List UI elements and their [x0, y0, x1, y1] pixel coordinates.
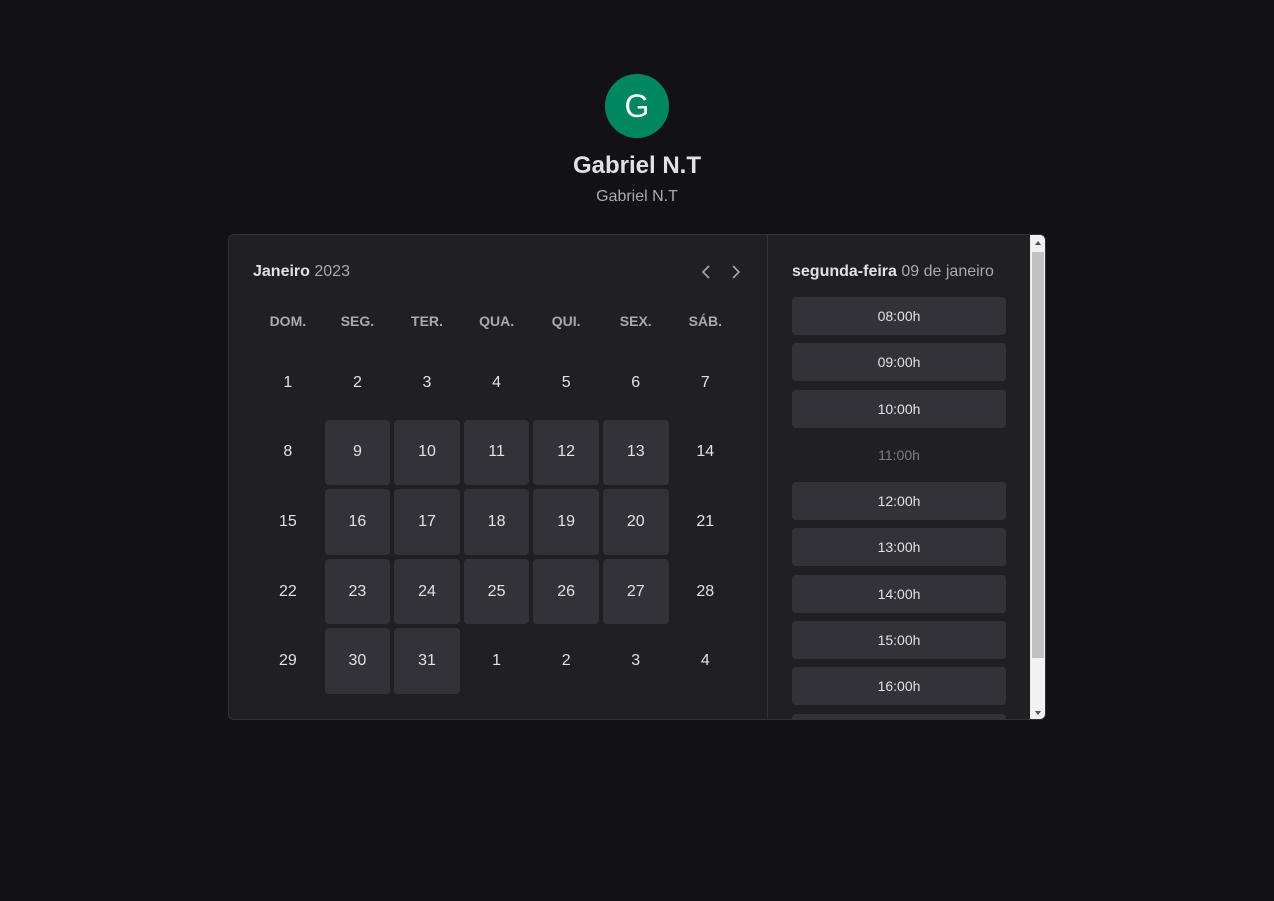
calendar-day: 3	[631, 652, 641, 670]
time-slot-button[interactable]: 15:00h	[792, 621, 1006, 660]
time-list: 08:00h 09:00h 10:00h 11:00h 12:00h 13:00h 14:0…	[792, 297, 1006, 719]
calendar-day: 22	[278, 582, 297, 600]
time-slot-button[interactable]: 14:00h	[792, 574, 1006, 613]
time-slot-button[interactable]: 12:00h	[792, 482, 1006, 521]
time-slot-button[interactable]: 09:00h	[792, 343, 1006, 382]
weekday-label: SÁB.	[688, 313, 723, 329]
next-month-button[interactable]	[727, 262, 745, 282]
calendar-day-available[interactable]: 17	[394, 489, 460, 555]
time-slot-button[interactable]: 16:00h	[792, 667, 1006, 706]
calendar-day-available[interactable]: 19	[533, 489, 599, 555]
calendar-day-available[interactable]: 9	[324, 419, 391, 486]
calendar-day: 29	[278, 652, 297, 670]
calendar-day-available[interactable]: 13	[602, 419, 669, 486]
calendar-day-available[interactable]: 11	[463, 419, 530, 486]
avatar: G	[605, 74, 669, 138]
calendar-day-available[interactable]: 12	[533, 419, 599, 486]
calendar-day: 1	[492, 652, 502, 670]
selected-weekday: segunda-feira	[792, 263, 897, 280]
calendar-day: 4	[700, 652, 710, 670]
scheduling-card: Janeiro 2023 DOM. SEG. TER. QUA. QUI. SEX. SÁB…	[228, 234, 1046, 720]
time-picker: segunda-feira 09 de janeiro 08:00h 09:00h…	[767, 235, 1030, 719]
calendar-day-available[interactable]: 20	[602, 489, 669, 555]
selected-date: 09 de janeiro	[901, 263, 994, 280]
calendar-day-available[interactable]: 25	[463, 558, 530, 625]
weekday-label: QUA.	[479, 313, 515, 329]
calendar-day: 28	[696, 582, 715, 600]
time-slot-button[interactable]: 13:00h	[792, 528, 1006, 567]
calendar-day: 1	[283, 373, 293, 391]
weekday-label: TER.	[411, 313, 443, 329]
calendar: Janeiro 2023 DOM. SEG. TER. QUA. QUI. SEX. SÁB…	[229, 235, 768, 719]
weekday-label: SEX.	[619, 313, 652, 329]
calendar-day-available[interactable]: 24	[394, 558, 460, 625]
time-list-scrollbar[interactable]	[1030, 235, 1045, 719]
time-slot-unavailable: 11:00h	[878, 446, 920, 463]
calendar-day-available[interactable]: 18	[463, 489, 530, 555]
calendar-day: 3	[422, 373, 432, 391]
time-slot-button[interactable]	[792, 713, 1006, 719]
time-slot-button[interactable]: 10:00h	[792, 389, 1006, 428]
calendar-day-available[interactable]: 26	[533, 558, 599, 625]
profile-subtitle: Gabriel N.T	[596, 188, 678, 205]
prev-month-button[interactable]	[697, 262, 715, 282]
calendar-day: 14	[696, 443, 715, 461]
calendar-day: 2	[352, 373, 362, 391]
calendar-day: 21	[696, 513, 715, 530]
scroll-up-arrow-icon[interactable]	[1030, 235, 1045, 251]
calendar-title: Janeiro 2023	[253, 262, 745, 282]
day-grid: 1 2 3 4 5 6 7 8 9 10 11 12 13 14 15 16 17 18 19 20 21 22 23 24 2…	[255, 350, 738, 694]
calendar-day: 7	[700, 373, 710, 391]
chevron-left-icon	[701, 265, 710, 279]
calendar-day: 6	[631, 373, 641, 391]
calendar-day-available[interactable]: 10	[394, 419, 460, 486]
profile-header: G Gabriel N.T Gabriel N.T	[0, 74, 1274, 207]
calendar-day: 2	[561, 652, 571, 670]
calendar-nav	[697, 262, 745, 282]
profile-name: Gabriel N.T	[572, 152, 702, 179]
calendar-month: Janeiro	[253, 263, 310, 280]
scroll-down-arrow-icon[interactable]	[1030, 705, 1045, 719]
calendar-header: Janeiro 2023	[253, 262, 745, 282]
calendar-day-available[interactable]: 31	[394, 628, 460, 694]
calendar-day-available[interactable]: 27	[602, 558, 669, 625]
avatar-initial: G	[624, 88, 650, 124]
calendar-year: 2023	[314, 263, 350, 280]
calendar-day: 4	[492, 373, 502, 391]
calendar-day: 15	[278, 513, 297, 530]
weekday-label: QUI.	[551, 313, 581, 329]
time-picker-title: segunda-feira 09 de janeiro	[792, 262, 994, 282]
weekday-label: SEG.	[340, 313, 375, 329]
calendar-day-available[interactable]: 30	[324, 628, 391, 694]
weekday-label: DOM.	[269, 313, 307, 329]
scrollbar-thumb[interactable]	[1032, 252, 1044, 658]
calendar-day-available[interactable]: 23	[324, 558, 391, 625]
chevron-right-icon	[732, 265, 741, 279]
calendar-day: 8	[283, 443, 293, 461]
calendar-day-available[interactable]: 16	[324, 489, 391, 555]
weekday-row: DOM. SEG. TER. QUA. QUI. SEX. SÁB.	[255, 312, 743, 330]
calendar-day: 5	[561, 373, 571, 391]
time-slot-button[interactable]: 08:00h	[792, 297, 1006, 335]
